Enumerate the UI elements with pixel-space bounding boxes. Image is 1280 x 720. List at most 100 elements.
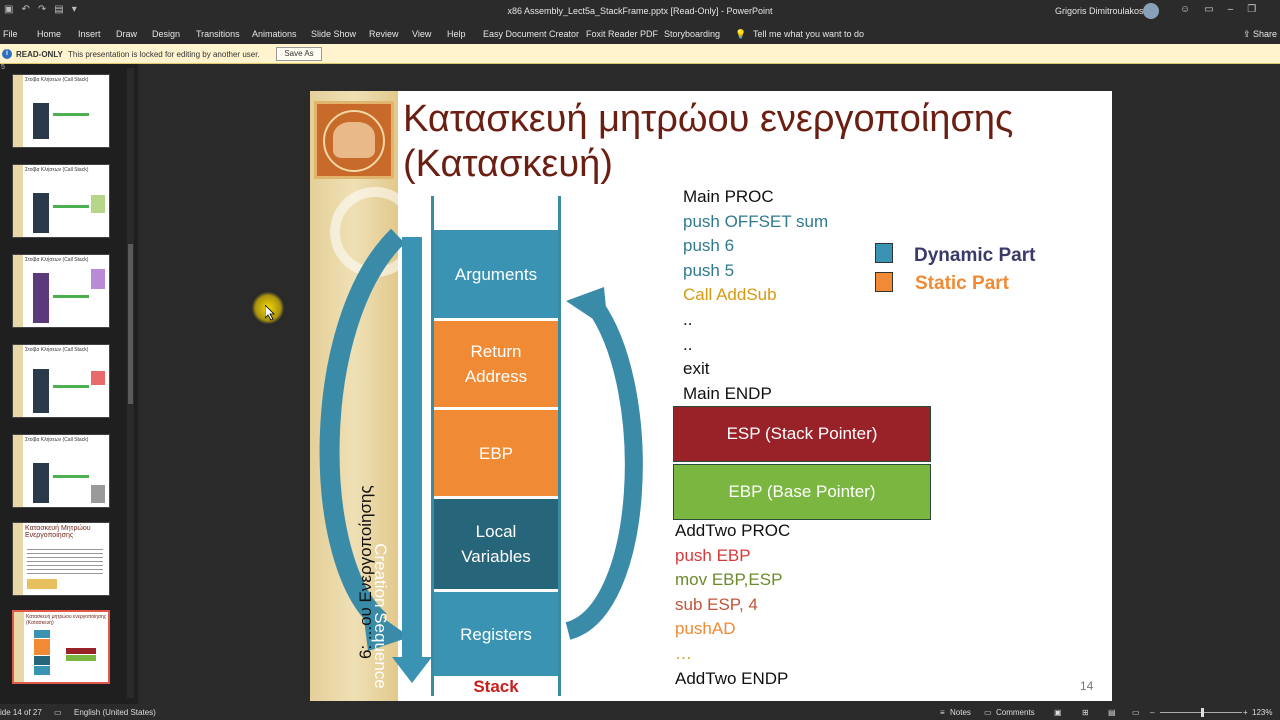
slide-thumbnail[interactable]: Στοίβα Κλήσεων (Call Stack)	[12, 164, 110, 238]
zoom-slider-thumb[interactable]	[1201, 708, 1204, 717]
tab-storyboarding[interactable]: Storyboarding	[664, 29, 720, 39]
notes-icon: ≡	[940, 708, 945, 717]
reading-view-icon[interactable]: ▤	[1108, 708, 1116, 717]
zoom-level[interactable]: 123%	[1252, 708, 1272, 717]
addtwo-proc-code: AddTwo PROC push EBP mov EBP,ESP sub ESP…	[675, 519, 790, 691]
slide-thumbnail[interactable]: Κατασκευή Μητρώου Ενεργοποίησης	[12, 522, 110, 596]
code-line: exit	[683, 359, 710, 379]
slide-thumbnail[interactable]: Στοίβα Κλήσεων (Call Stack)	[12, 74, 110, 148]
code-line: Main PROC	[683, 187, 774, 206]
thumbnail-title: Στοίβα Κλήσεων (Call Stack)	[25, 77, 89, 83]
readonly-message: This presentation is locked for editing …	[68, 50, 260, 59]
tab-review[interactable]: Review	[369, 29, 399, 39]
thumbnail-title: Στοίβα Κλήσεων (Call Stack)	[25, 167, 89, 173]
tab-file[interactable]: File	[3, 29, 18, 39]
creation-arrow-head	[392, 657, 432, 683]
code-line: sub ESP, 4	[675, 594, 758, 614]
slide[interactable]: Κατασκευή μητρώου ενεργοποίησης (Κατασκε…	[310, 91, 1112, 701]
share-label: Share	[1253, 29, 1278, 39]
stack-cell-arguments: Arguments	[434, 230, 558, 318]
notes-button[interactable]: Notes	[950, 708, 971, 717]
code-line: push EBP	[675, 545, 751, 565]
tab-home[interactable]: Home	[37, 29, 61, 39]
readonly-bar: i READ-ONLY This presentation is locked …	[0, 44, 1280, 64]
ebp-base-pointer-box: EBP (Base Pointer)	[673, 464, 931, 520]
slide-thumbnail-pane: Στοίβα Κλήσεων (Call Stack) Στοίβα Κλήσε…	[0, 64, 138, 704]
lightbulb-icon: 💡	[735, 29, 747, 39]
code-line: AddTwo ENDP	[675, 668, 789, 688]
slide-thumbnail[interactable]: Στοίβα Κλήσεων (Call Stack)	[12, 344, 110, 418]
comments-icon: ▭	[984, 708, 992, 717]
slide-thumbnail[interactable]: Στοίβα Κλήσεων (Call Stack)	[12, 254, 110, 328]
tell-me-search[interactable]: Tell me what you want to do	[753, 29, 864, 39]
save-as-button[interactable]: Save As	[276, 47, 322, 61]
tab-design[interactable]: Design	[152, 29, 180, 39]
slideshow-icon[interactable]: ▭	[1132, 708, 1140, 717]
code-line: pushAD	[675, 619, 736, 639]
share-button[interactable]: ⇪ Share	[1243, 29, 1277, 40]
main-proc-code: Main PROC push OFFSET sum push 6 push 5 …	[683, 185, 828, 406]
language-indicator[interactable]: English (United States)	[74, 708, 156, 717]
slide-page-number: 14	[1080, 679, 1094, 693]
code-line: Call AddSub	[683, 285, 777, 305]
spellcheck-icon[interactable]: ▭	[54, 708, 62, 717]
thumbnail-title: Κατασκευή μητρώου ενεργοποίησης (Κατασκε…	[26, 614, 107, 626]
tab-view[interactable]: View	[412, 29, 431, 39]
tab-insert[interactable]: Insert	[78, 29, 101, 39]
slide-sorter-icon[interactable]: ⊞	[1082, 708, 1089, 717]
code-line: AddTwo PROC	[675, 521, 791, 540]
minimize-icon[interactable]: –	[1228, 4, 1234, 15]
tab-animations[interactable]: Animations	[252, 29, 297, 39]
scrollbar-thumb[interactable]	[128, 244, 133, 404]
stack-cell-registers: Registers	[434, 592, 558, 676]
share-icon: ⇪	[1243, 29, 1254, 39]
legend-static-part: Static Part	[915, 273, 1009, 294]
stack-cell-local-variables: Local Variables	[434, 499, 558, 589]
tab-help[interactable]: Help	[447, 29, 466, 39]
thumbnail-title: Στοίβα Κλήσεων (Call Stack)	[25, 347, 89, 353]
tab-foxit-reader-pdf[interactable]: Foxit Reader PDF	[586, 29, 658, 39]
right-curved-arrow	[564, 300, 643, 640]
creation-sequence-arrow	[402, 237, 422, 662]
ribbon-options-icon[interactable]: ▭	[1204, 4, 1213, 15]
code-line: …	[675, 643, 692, 663]
tab-slide-show[interactable]: Slide Show	[311, 29, 356, 39]
thumbnail-number: 5	[1, 64, 5, 71]
code-line: push 6	[683, 236, 735, 256]
tab-draw[interactable]: Draw	[116, 29, 137, 39]
stack-label: Stack	[473, 677, 519, 696]
thumbnail-title: Στοίβα Κλήσεων (Call Stack)	[25, 437, 89, 443]
slide-thumbnail[interactable]: Στοίβα Κλήσεων (Call Stack)	[12, 434, 110, 508]
stack-rail-right	[558, 196, 561, 696]
window-controls: ☺ ▭ – ❐	[1180, 4, 1256, 15]
comments-button[interactable]: Comments	[996, 708, 1035, 717]
code-line: push OFFSET sum	[683, 211, 829, 231]
right-arrow-head	[566, 287, 608, 329]
slide-thumbnail-selected[interactable]: Κατασκευή μητρώου ενεργοποίησης (Κατασκε…	[12, 610, 110, 684]
zoom-out-icon[interactable]: –	[1150, 708, 1154, 717]
zoom-in-icon[interactable]: +	[1243, 708, 1248, 717]
thumbnail-title: Κατασκευή Μητρώου Ενεργοποίησης	[25, 525, 91, 539]
ribbon-tabs: File Home Insert Draw Design Transitions…	[0, 22, 1280, 44]
tab-transitions[interactable]: Transitions	[196, 29, 240, 39]
feedback-icon[interactable]: ☺	[1180, 4, 1190, 15]
user-name[interactable]: Grigoris Dimitroulakos	[1055, 6, 1144, 16]
legend-swatch-static	[875, 272, 893, 292]
code-line: ..	[683, 334, 693, 354]
info-icon: i	[2, 49, 12, 59]
code-line: mov EBP,ESP	[675, 570, 783, 590]
code-line: ..	[683, 309, 693, 329]
powerpoint-window: ▣ ↶ ↷ ▤ ▾ x86 Assembly_Lect5a_StackFrame…	[0, 0, 1280, 720]
thumbnail-title: Στοίβα Κλήσεων (Call Stack)	[25, 257, 89, 263]
code-line: push 5	[683, 260, 735, 280]
restore-icon[interactable]: ❐	[1247, 4, 1256, 15]
avatar[interactable]	[1143, 3, 1159, 19]
slide-counter: ide 14 of 27	[0, 708, 42, 717]
normal-view-icon[interactable]: ▣	[1054, 708, 1062, 717]
tab-easy-document-creator[interactable]: Easy Document Creator	[483, 29, 579, 39]
legend-dynamic-part: Dynamic Part	[914, 245, 1036, 266]
title-bar: ▣ ↶ ↷ ▤ ▾ x86 Assembly_Lect5a_StackFrame…	[0, 0, 1280, 22]
stack-cell-ebp: EBP	[434, 410, 558, 496]
thumbnail-scrollbar[interactable]	[127, 68, 134, 698]
readonly-label: READ-ONLY	[16, 50, 63, 59]
